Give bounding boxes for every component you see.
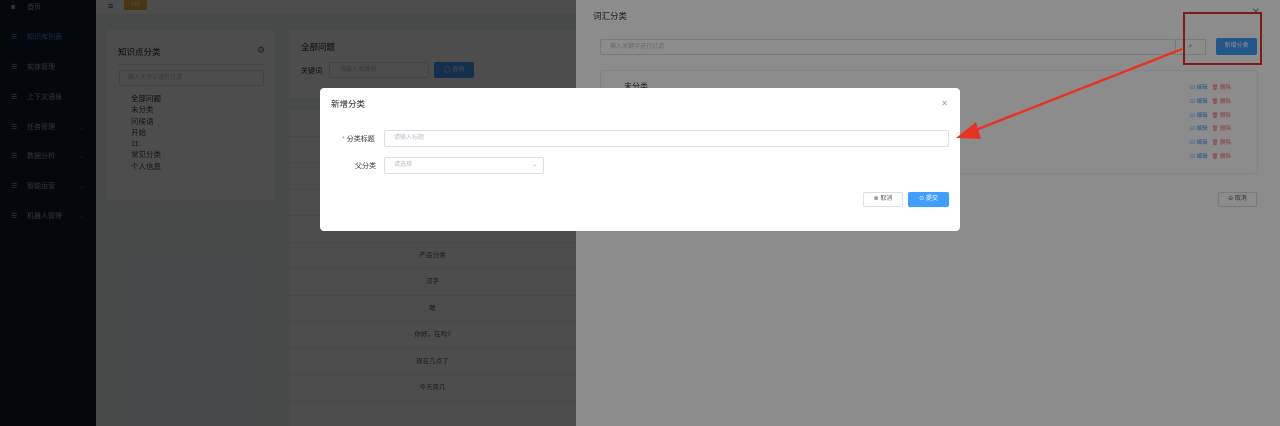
- title-field-label: * 分类标题: [342, 136, 375, 143]
- parent-category-select[interactable]: 请选择 ⌄: [384, 157, 544, 174]
- close-icon[interactable]: ✕: [941, 99, 948, 108]
- required-mark: *: [342, 136, 345, 143]
- chevron-down-icon: ⌄: [531, 162, 537, 168]
- dialog-title: 新增分类: [331, 99, 366, 109]
- submit-button[interactable]: ⊙ 提交: [908, 192, 949, 207]
- cancel-button[interactable]: ⊗ 取消: [863, 192, 903, 207]
- category-title-input[interactable]: 请输入标题: [384, 130, 949, 147]
- add-category-dialog: 新增分类 ✕ * 分类标题 请输入标题 父分类 请选择 ⌄ ⊗ 取消 ⊙ 提交: [320, 88, 960, 231]
- parent-field-label: 父分类: [355, 163, 376, 170]
